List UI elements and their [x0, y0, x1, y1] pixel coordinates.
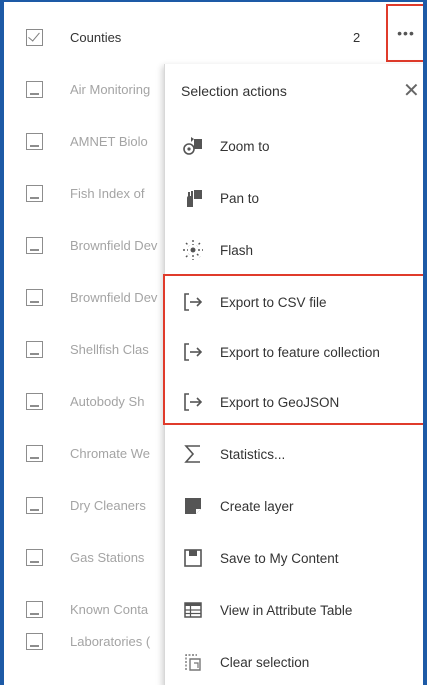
- menu-item-statistics[interactable]: Statistics...: [165, 428, 423, 480]
- menu-item-label: Pan to: [220, 191, 260, 206]
- layer-checkbox[interactable]: [26, 393, 43, 410]
- layer-name: Shellfish Clas: [70, 342, 149, 357]
- layer-name: Air Monitoring: [70, 82, 151, 97]
- layer-name: Chromate We: [70, 446, 150, 461]
- layer-checkbox[interactable]: [26, 445, 43, 462]
- menu-header: Selection actions ✕: [165, 64, 423, 120]
- menu-item-label: Clear selection: [220, 655, 310, 670]
- layer-checkbox[interactable]: [26, 341, 43, 358]
- menu-item-label: Statistics...: [220, 447, 286, 462]
- menu-item-label: Export to CSV file: [220, 295, 327, 310]
- layer-name: AMNET Biolo: [70, 134, 148, 149]
- menu-item-export-feature-collection[interactable]: Export to feature collection: [165, 326, 423, 378]
- menu-item-export-geojson[interactable]: Export to GeoJSON: [165, 376, 423, 428]
- menu-item-label: Flash: [220, 243, 254, 258]
- menu-item-view-attribute-table[interactable]: View in Attribute Table: [165, 584, 423, 636]
- menu-item-label: Export to feature collection: [220, 345, 380, 360]
- flash-icon: [183, 240, 203, 260]
- layer-checkbox[interactable]: [26, 497, 43, 514]
- menu-title: Selection actions: [181, 83, 287, 99]
- layer-name: Known Conta: [70, 602, 149, 617]
- layer-name: Brownfield Dev: [70, 238, 158, 253]
- layer-checkbox[interactable]: [26, 81, 43, 98]
- menu-item-create-layer[interactable]: Create layer: [165, 480, 423, 532]
- export-icon: [184, 393, 203, 411]
- layer-name: Dry Cleaners: [70, 498, 146, 513]
- layer-name: Autobody Sh: [70, 394, 145, 409]
- layer-name: Fish Index of: [70, 186, 145, 201]
- export-icon: [184, 343, 203, 361]
- menu-item-save-to-my-content[interactable]: Save to My Content: [165, 532, 423, 584]
- layer-checkbox[interactable]: [26, 601, 43, 618]
- more-options-button[interactable]: •••: [386, 4, 423, 62]
- layer-checkbox[interactable]: [26, 185, 43, 202]
- sigma-icon: [184, 445, 200, 463]
- layer-checkbox[interactable]: [26, 29, 43, 46]
- clear-selection-icon: [185, 654, 201, 671]
- close-icon[interactable]: ✕: [403, 78, 420, 103]
- menu-item-flash[interactable]: Flash: [165, 224, 423, 276]
- layer-checkbox[interactable]: [26, 289, 43, 306]
- menu-item-label: View in Attribute Table: [220, 603, 353, 618]
- pan-to-icon: [187, 190, 202, 207]
- menu-item-zoom-to[interactable]: Zoom to: [165, 120, 423, 172]
- layer-name: Laboratories (: [70, 634, 151, 649]
- layer-icon: [185, 498, 201, 514]
- layer-row-counties[interactable]: Counties 2: [4, 12, 423, 64]
- layer-name: Counties: [70, 30, 122, 45]
- menu-item-label: Zoom to: [220, 139, 270, 154]
- zoom-to-icon: [183, 137, 202, 155]
- layer-checkbox[interactable]: [26, 237, 43, 254]
- menu-item-label: Save to My Content: [220, 551, 339, 566]
- menu-item-export-csv[interactable]: Export to CSV file: [165, 276, 423, 328]
- layer-name: Brownfield Dev: [70, 290, 158, 305]
- layer-name: Gas Stations: [70, 550, 145, 565]
- layer-panel: Counties 2 Air Monitoring AMNET Biolo Fi…: [0, 0, 427, 685]
- layer-checkbox[interactable]: [26, 549, 43, 566]
- layer-checkbox[interactable]: [26, 633, 43, 650]
- table-icon: [184, 602, 202, 618]
- save-icon: [184, 549, 202, 567]
- export-icon: [184, 293, 203, 311]
- menu-item-label: Export to GeoJSON: [220, 395, 340, 410]
- ellipsis-icon: •••: [397, 25, 415, 41]
- selection-count: 2: [353, 30, 361, 45]
- menu-item-label: Create layer: [220, 499, 294, 514]
- menu-item-clear-selection[interactable]: Clear selection: [165, 636, 423, 685]
- menu-item-pan-to[interactable]: Pan to: [165, 172, 423, 224]
- selection-actions-menu: Selection actions ✕ Zoom to Pan to Flash…: [164, 64, 423, 685]
- layer-checkbox[interactable]: [26, 133, 43, 150]
